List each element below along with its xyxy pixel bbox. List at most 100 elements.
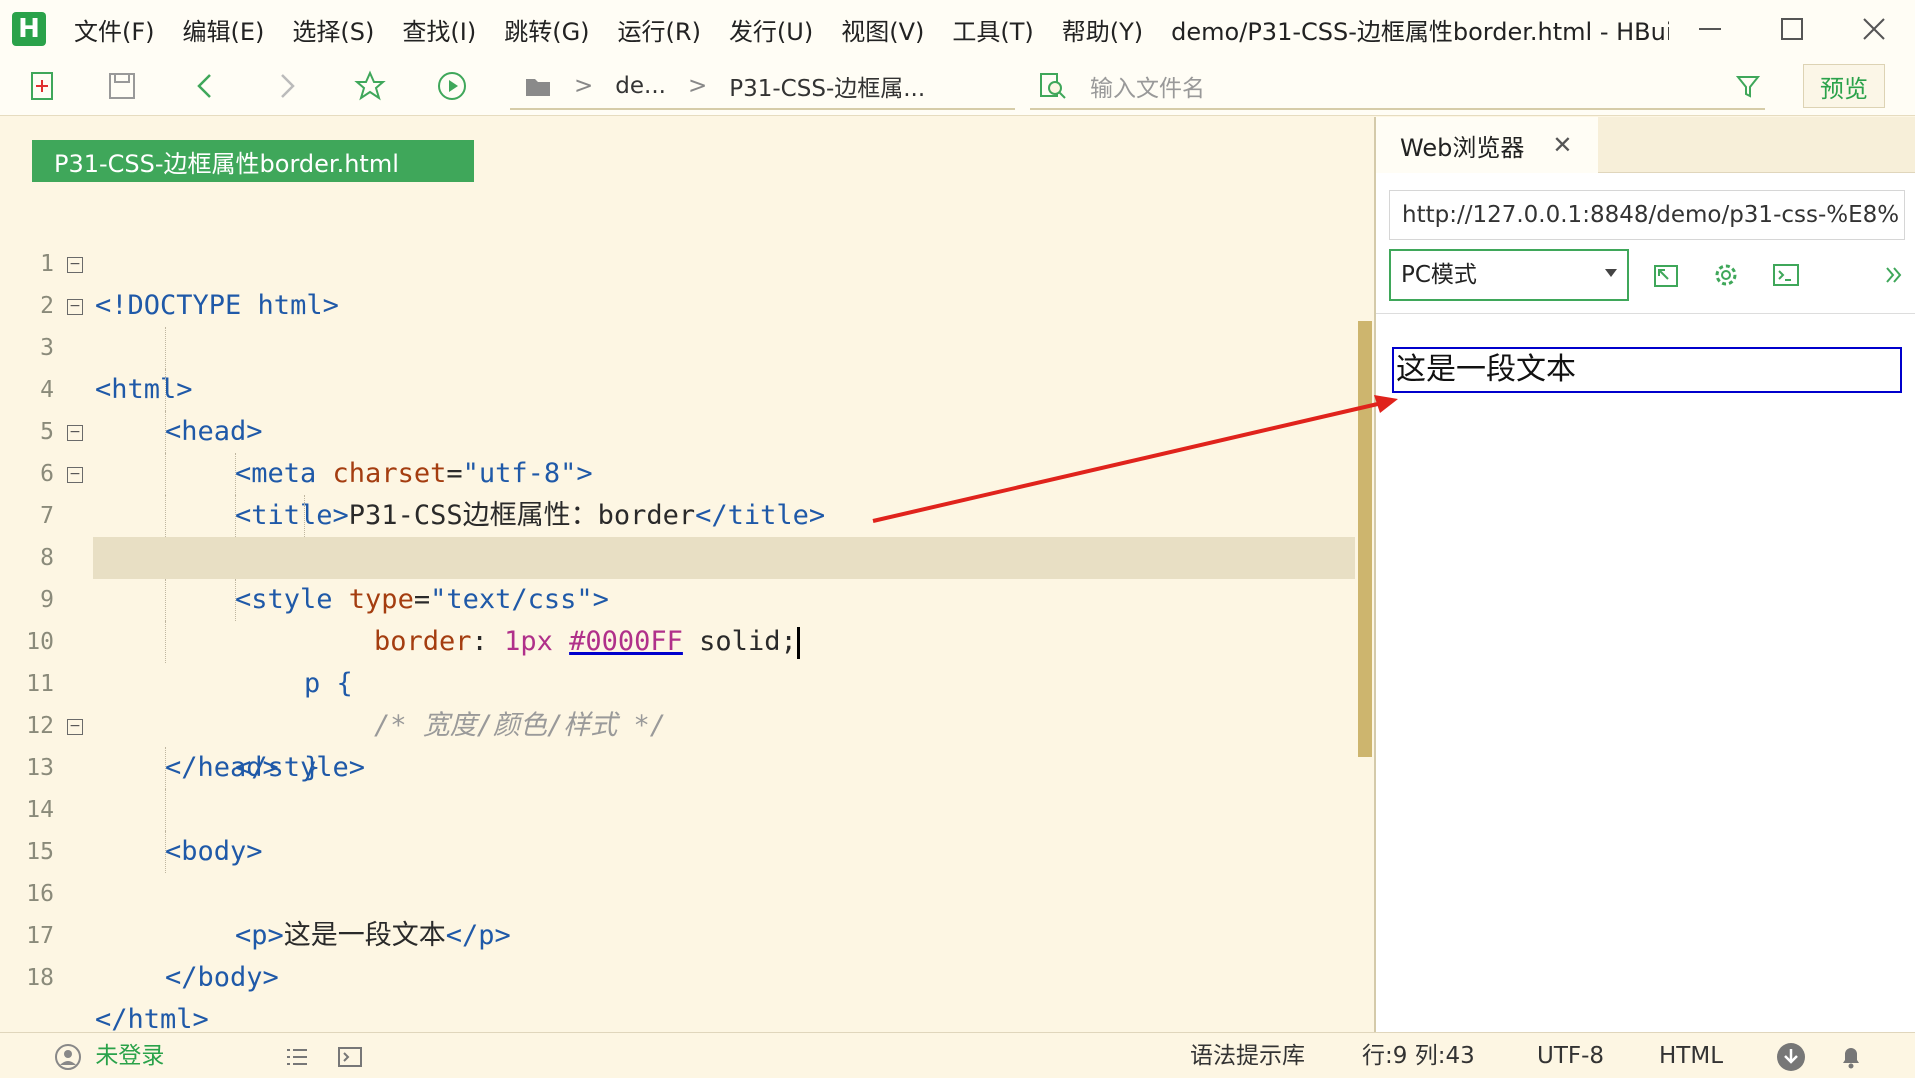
- preview-button[interactable]: 预览: [1803, 64, 1885, 108]
- status-bar: 未登录 语法提示库 行:9 列:43 UTF-8 HTML: [0, 1032, 1915, 1078]
- outline-button[interactable]: [284, 1033, 310, 1078]
- breadcrumb-item-folder[interactable]: de...: [615, 73, 666, 99]
- toolbar: > de... > P31-CSS-边框属... 输入文件名 预览: [0, 58, 1915, 116]
- fold-toggle[interactable]: −: [67, 257, 83, 273]
- open-external-button[interactable]: [1648, 257, 1684, 293]
- syntax-library-button[interactable]: 语法提示库: [1190, 1033, 1305, 1078]
- browser-url-field[interactable]: http://127.0.0.1:8848/demo/p31-css-%E8%: [1389, 190, 1905, 240]
- code-line: 2 − <html>: [0, 243, 1374, 405]
- language-mode[interactable]: HTML: [1659, 1033, 1723, 1078]
- code-line: 17 </body>: [0, 873, 1374, 993]
- rendered-paragraph: 这是一段文本: [1392, 347, 1902, 393]
- filter-icon[interactable]: [1735, 73, 1761, 99]
- indent-guide: [165, 411, 166, 453]
- fold-toggle[interactable]: −: [67, 425, 83, 441]
- fold-toggle[interactable]: −: [67, 467, 83, 483]
- close-button[interactable]: [1833, 0, 1915, 58]
- tab-web-browser-label: Web浏览器: [1400, 133, 1525, 162]
- menu-run[interactable]: 运行(R): [618, 12, 701, 47]
- breadcrumb-separator: >: [687, 73, 708, 99]
- code-area[interactable]: 1 <!DOCTYPE html> 2 − <html> 3 − <head> …: [0, 201, 1374, 1035]
- title-bar: H 文件(F) 编辑(E) 选择(S) 查找(I) 跳转(G) 运行(R) 发行…: [0, 0, 1915, 58]
- star-icon: [354, 70, 386, 101]
- indent-guide: [165, 495, 166, 537]
- encoding-indicator[interactable]: UTF-8: [1537, 1033, 1604, 1078]
- menu-view[interactable]: 视图(V): [841, 12, 924, 47]
- editor-scrollbar-thumb[interactable]: [1358, 321, 1372, 757]
- play-circle-icon: [438, 72, 466, 100]
- fold-toggle[interactable]: −: [67, 719, 83, 735]
- minimize-button[interactable]: [1669, 0, 1751, 58]
- code-line: 10 }: [0, 579, 1374, 783]
- menu-tools[interactable]: 工具(T): [952, 12, 1033, 47]
- code-line: 14: [0, 747, 1374, 823]
- menu-edit[interactable]: 编辑(E): [183, 12, 265, 47]
- open-external-icon: [1654, 265, 1678, 287]
- code-line-current: 9 border: 1px #0000FF solid;: [40, 537, 1355, 659]
- terminal-toggle-button[interactable]: [337, 1033, 363, 1078]
- indent-guide: [165, 789, 166, 831]
- file-search-icon: [1040, 73, 1066, 99]
- panel-divider: [1376, 313, 1915, 314]
- menu-find[interactable]: 查找(I): [402, 12, 476, 47]
- save-icon: [109, 73, 135, 99]
- console-button[interactable]: [1768, 257, 1804, 293]
- favorite-button[interactable]: [352, 68, 388, 104]
- code-line: 16: [0, 831, 1374, 907]
- maximize-button[interactable]: [1751, 0, 1833, 58]
- indent-guide: [235, 579, 236, 621]
- notifications-button[interactable]: [1837, 1033, 1865, 1078]
- device-mode-select[interactable]: PC模式: [1389, 249, 1629, 301]
- account-button[interactable]: 未登录: [54, 1033, 164, 1078]
- download-button[interactable]: [1775, 1033, 1807, 1078]
- terminal-icon: [1773, 264, 1799, 286]
- new-file-button[interactable]: [24, 68, 60, 104]
- terminal-icon: [338, 1046, 362, 1067]
- double-chevron-right-icon: [1886, 267, 1902, 283]
- menu-publish[interactable]: 发行(U): [729, 12, 813, 47]
- menu-file[interactable]: 文件(F): [74, 12, 155, 47]
- indent-guide: [165, 831, 166, 873]
- save-button[interactable]: [104, 68, 140, 104]
- editor-file-tab[interactable]: P31-CSS-边框属性border.html: [32, 140, 474, 182]
- maximize-icon: [1781, 18, 1803, 40]
- breadcrumb-item-file[interactable]: P31-CSS-边框属...: [729, 69, 925, 103]
- code-token: </html>: [95, 1004, 209, 1035]
- indent-guide: [304, 495, 305, 537]
- user-avatar-icon: [55, 1043, 81, 1070]
- tab-close-icon[interactable]: ✕: [1552, 131, 1572, 159]
- line-number: 18: [26, 965, 54, 991]
- menu-select[interactable]: 选择(S): [292, 12, 374, 47]
- device-mode-value: PC模式: [1401, 262, 1477, 288]
- breadcrumb-separator: >: [574, 73, 594, 99]
- indent-guide: [165, 327, 166, 369]
- indent-guide: [235, 495, 236, 537]
- file-search-field[interactable]: 输入文件名: [1030, 64, 1765, 110]
- chevron-left-icon: [197, 74, 211, 98]
- back-button[interactable]: [188, 68, 224, 104]
- cursor-position[interactable]: 行:9 列:43: [1362, 1033, 1475, 1078]
- panel-tab-bar: Web浏览器 ✕: [1376, 117, 1915, 173]
- menu-help[interactable]: 帮助(Y): [1062, 12, 1143, 47]
- fold-toggle[interactable]: −: [67, 299, 83, 315]
- code-line: 11 </style>: [0, 621, 1374, 783]
- dropdown-arrow-icon: [1605, 269, 1617, 277]
- code-line: 18 </html>: [0, 915, 1374, 1035]
- code-editor[interactable]: P31-CSS-边框属性border.html 1 <!DOCTYPE html…: [0, 117, 1374, 1035]
- code-line: 8 /* 宽度/颜色/样式 */: [0, 495, 1374, 741]
- minimize-icon: [1699, 28, 1721, 30]
- tab-web-browser[interactable]: Web浏览器 ✕: [1376, 117, 1598, 173]
- settings-button[interactable]: [1708, 257, 1744, 293]
- indent-guide: [165, 369, 166, 411]
- forward-button[interactable]: [268, 68, 304, 104]
- code-line: 4 <meta charset="utf-8">: [0, 327, 1374, 489]
- more-tools-button[interactable]: [1876, 257, 1912, 293]
- close-icon: [1863, 18, 1885, 40]
- list-icon: [287, 1048, 307, 1065]
- file-search-placeholder: 输入文件名: [1090, 76, 1205, 102]
- menu-goto[interactable]: 跳转(G): [504, 12, 589, 47]
- login-status: 未登录: [95, 1043, 165, 1069]
- code-line: 6 − <style type="text/css">: [0, 411, 1374, 615]
- app-logo: H: [12, 12, 46, 46]
- run-button[interactable]: [434, 68, 470, 104]
